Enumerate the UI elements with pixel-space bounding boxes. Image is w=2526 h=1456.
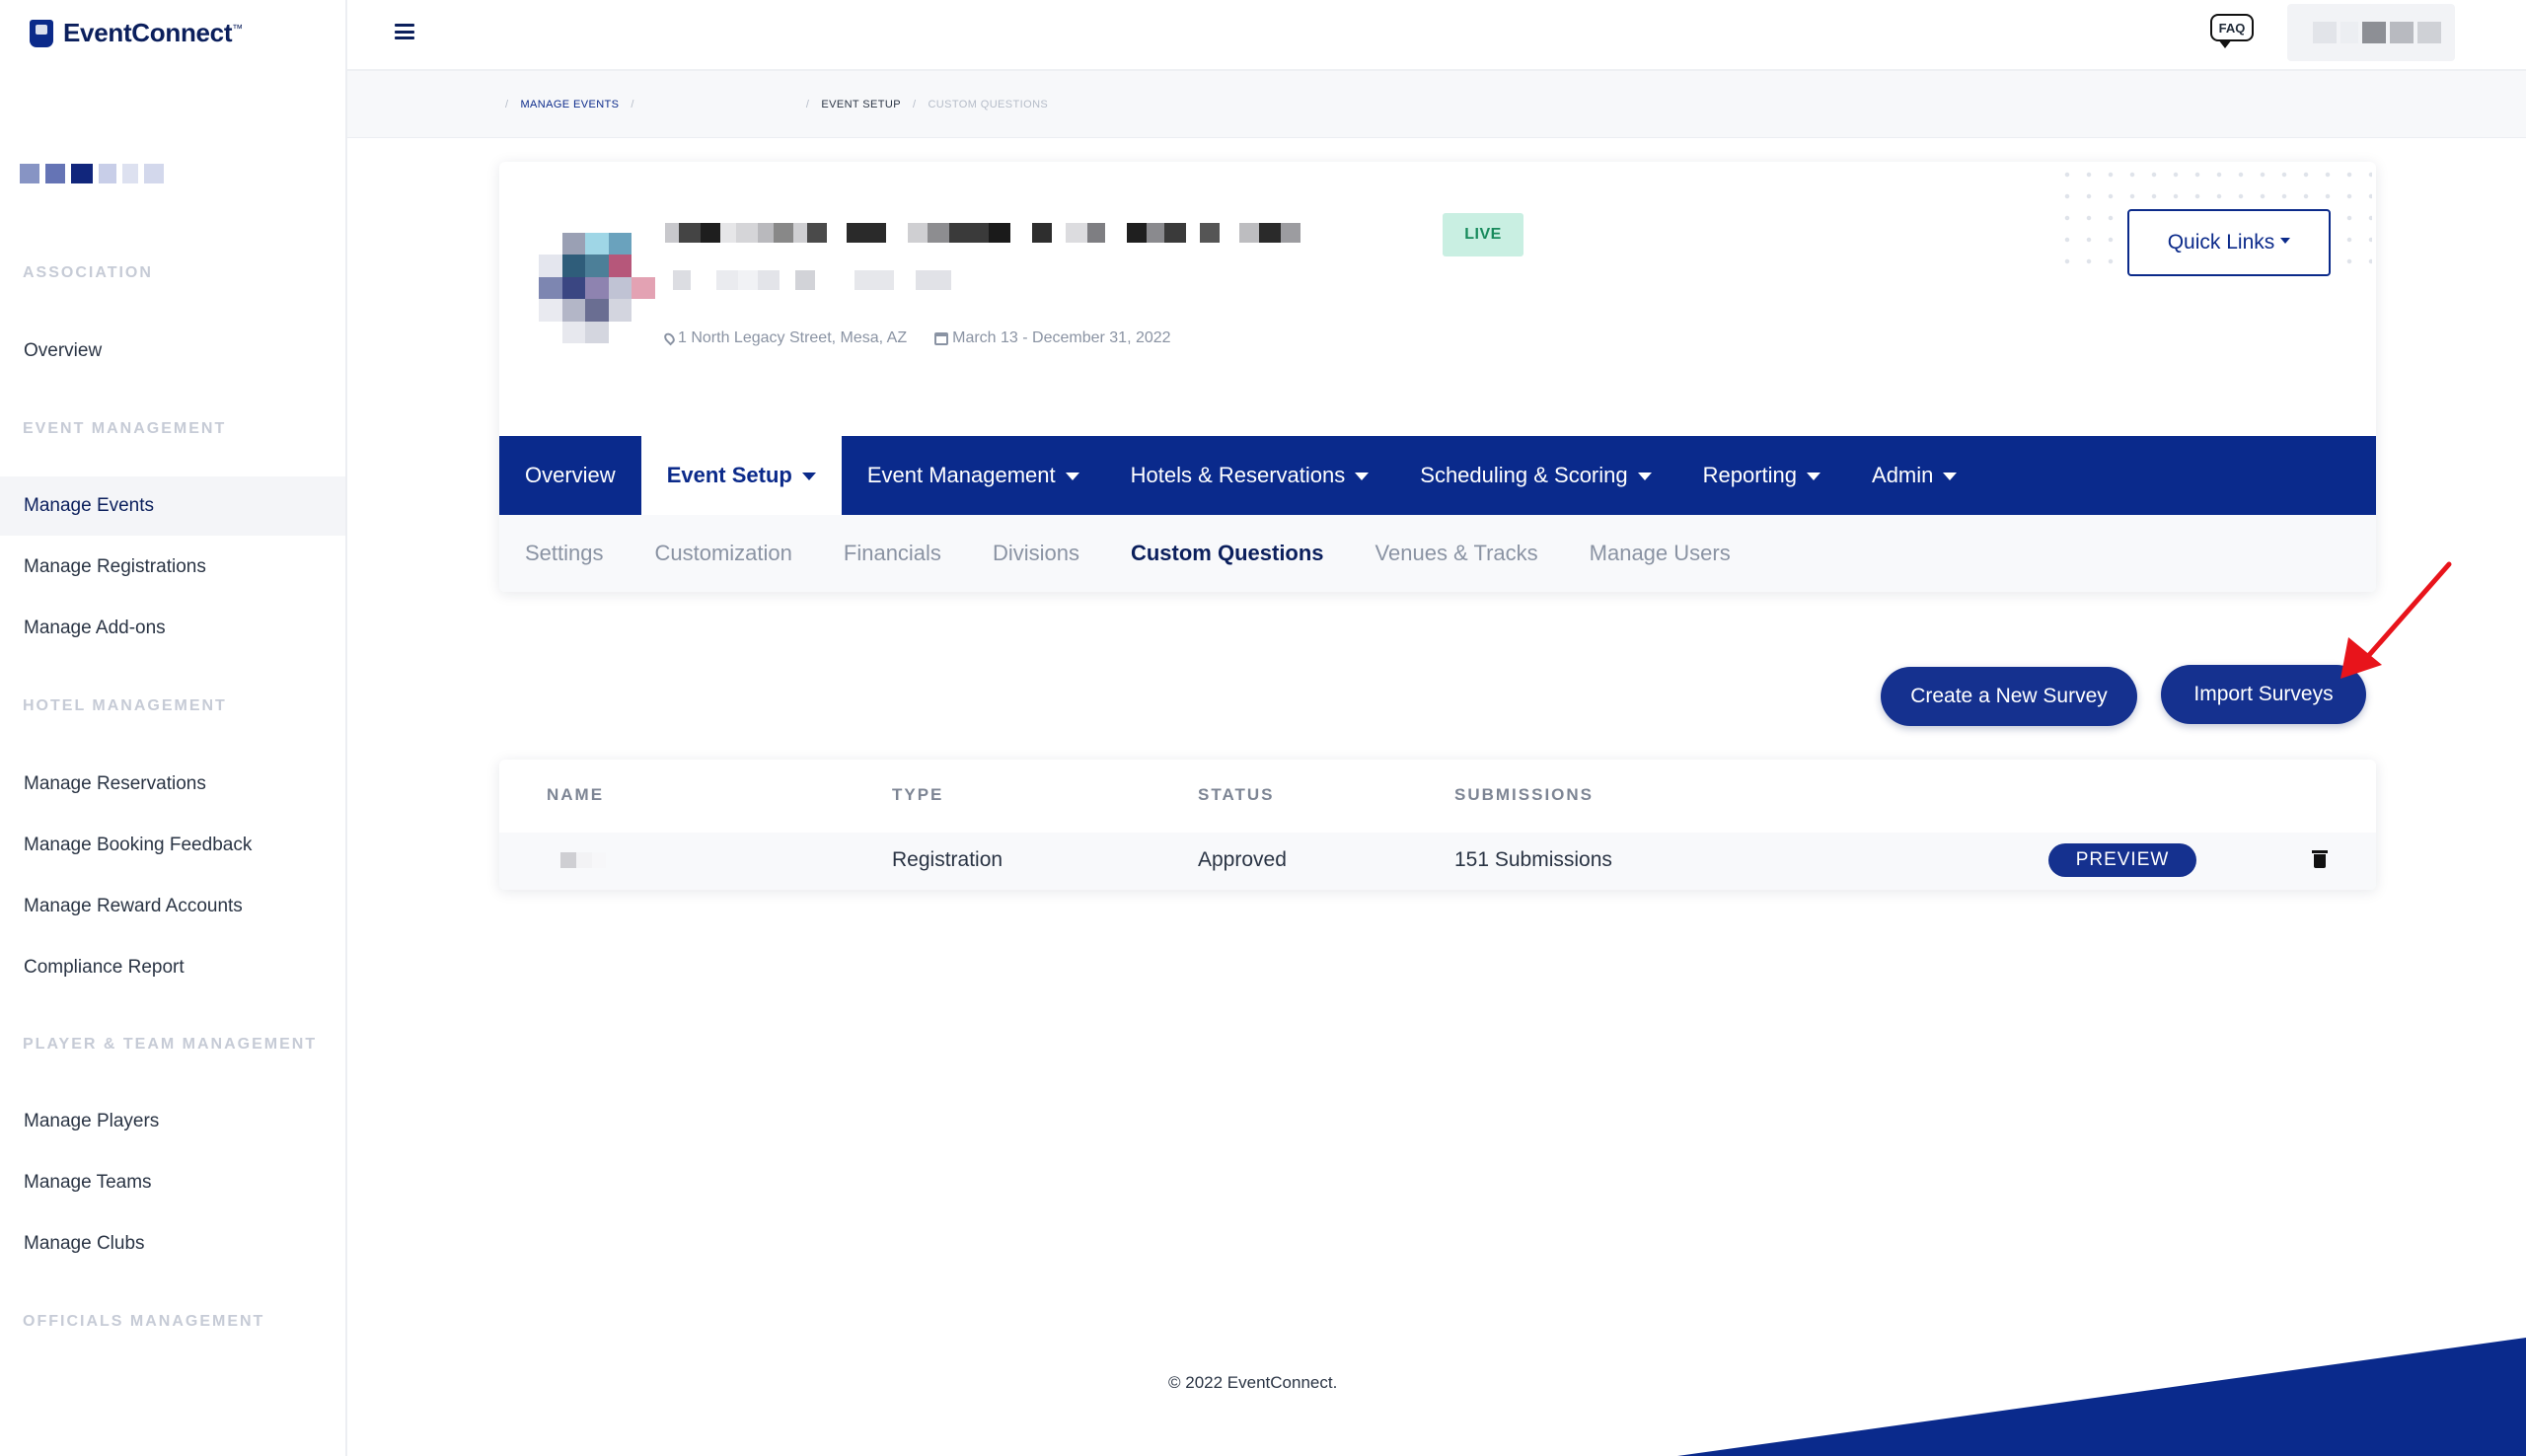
- surveys-table: NAME TYPE STATUS SUBMISSIONS Registratio…: [499, 760, 2376, 890]
- event-dates-text: March 13 - December 31, 2022: [952, 329, 1171, 346]
- faq-bubble-icon: FAQ: [2210, 14, 2254, 41]
- sidebar-item-manage-booking-feedback[interactable]: Manage Booking Feedback: [0, 816, 345, 875]
- caret-down-icon: [1355, 473, 1370, 480]
- subtab-manage-users[interactable]: Manage Users: [1590, 541, 1731, 566]
- sidebar-item-manage-players[interactable]: Manage Players: [0, 1092, 345, 1151]
- event-title-redacted: [665, 223, 1300, 243]
- user-menu-redacted[interactable]: [2287, 4, 2455, 61]
- section-officials-management: OFFICIALS MANAGEMENT: [23, 1313, 265, 1330]
- sidebar-item-manage-events[interactable]: Manage Events: [0, 476, 345, 536]
- trash-icon[interactable]: [2312, 850, 2328, 868]
- faq-label: FAQ: [2218, 20, 2246, 36]
- breadcrumb-event-name-redacted[interactable]: [646, 99, 794, 110]
- tab-event-setup[interactable]: Event Setup: [640, 436, 842, 515]
- sub-nav: Settings Customization Financials Divisi…: [499, 515, 2376, 592]
- survey-type: Registration: [892, 848, 1003, 871]
- subtab-custom-questions[interactable]: Custom Questions: [1131, 541, 1324, 566]
- tab-event-management[interactable]: Event Management: [842, 436, 1105, 515]
- event-location-text: 1 North Legacy Street, Mesa, AZ: [678, 329, 908, 346]
- column-header-name: NAME: [547, 785, 605, 804]
- quick-links-label: Quick Links: [2167, 231, 2275, 254]
- tab-admin[interactable]: Admin: [1846, 436, 1982, 515]
- event-subtitle-redacted: [673, 270, 951, 290]
- sidebar-item-manage-reservations[interactable]: Manage Reservations: [0, 755, 345, 814]
- breadcrumb-bar: / MANAGE EVENTS / / EVENT SETUP / CUSTOM…: [347, 71, 2526, 138]
- event-logo-redacted: [539, 233, 655, 343]
- breadcrumb-separator: /: [805, 99, 810, 110]
- event-dates: March 13 - December 31, 2022: [934, 329, 1171, 347]
- column-header-type: TYPE: [892, 785, 944, 804]
- faq-button[interactable]: FAQ: [2208, 12, 2260, 51]
- footer-copyright: © 2022 EventConnect.: [1168, 1373, 1338, 1392]
- create-survey-button[interactable]: Create a New Survey: [1881, 667, 2137, 726]
- tab-reporting[interactable]: Reporting: [1677, 436, 1846, 515]
- chevron-down-icon: [2280, 238, 2291, 244]
- tab-hotels-reservations[interactable]: Hotels & Reservations: [1105, 436, 1395, 515]
- brand-logo[interactable]: EventConnect™: [30, 18, 243, 48]
- caret-down-icon: [1637, 473, 1652, 480]
- section-player-team-management: PLAYER & TEAM MANAGEMENT: [23, 1036, 318, 1053]
- top-bar: FAQ: [347, 0, 2526, 71]
- section-hotel-management: HOTEL MANAGEMENT: [23, 697, 227, 714]
- tab-label: Scheduling & Scoring: [1420, 463, 1628, 487]
- hamburger-icon[interactable]: [395, 24, 414, 39]
- sidebar-item-overview[interactable]: Overview: [0, 322, 345, 381]
- subtab-customization[interactable]: Customization: [655, 541, 792, 566]
- quick-links-dropdown[interactable]: Quick Links: [2127, 209, 2331, 276]
- event-meta: 1 North Legacy Street, Mesa, AZ March 13…: [662, 329, 1171, 347]
- decorative-corner-shape: [1677, 1338, 2526, 1456]
- tab-label: Admin: [1872, 463, 1934, 487]
- subtab-financials[interactable]: Financials: [844, 541, 941, 566]
- calendar-icon: [934, 331, 949, 345]
- tab-label: Hotels & Reservations: [1130, 463, 1346, 487]
- column-header-status: STATUS: [1198, 785, 1275, 804]
- section-association: ASSOCIATION: [23, 264, 153, 281]
- tab-overview[interactable]: Overview: [499, 436, 641, 515]
- eventconnect-logo-icon: [30, 19, 53, 47]
- event-header-card: LIVE 1 North Legacy Street, Mesa, AZ Mar…: [499, 162, 2376, 592]
- association-name-redacted: [20, 164, 164, 183]
- breadcrumb-event-setup[interactable]: EVENT SETUP: [821, 99, 901, 110]
- caret-down-icon: [1943, 473, 1958, 480]
- breadcrumb-separator: /: [912, 99, 917, 110]
- breadcrumb-separator: /: [631, 99, 634, 110]
- column-header-submissions: SUBMISSIONS: [1454, 785, 1595, 804]
- breadcrumb: / MANAGE EVENTS / / EVENT SETUP / CUSTOM…: [493, 99, 1048, 110]
- main-nav: Overview Event Setup Event Management Ho…: [499, 436, 2376, 515]
- breadcrumb-custom-questions: CUSTOM QUESTIONS: [928, 99, 1049, 110]
- brand-trademark: ™: [232, 23, 243, 36]
- section-event-management: EVENT MANAGEMENT: [23, 420, 227, 437]
- subtab-divisions[interactable]: Divisions: [993, 541, 1079, 566]
- map-pin-icon: [662, 330, 677, 346]
- sidebar-item-manage-teams[interactable]: Manage Teams: [0, 1153, 345, 1212]
- brand-name: EventConnect: [63, 18, 233, 47]
- status-badge: LIVE: [1443, 213, 1523, 256]
- sidebar-item-manage-clubs[interactable]: Manage Clubs: [0, 1214, 345, 1274]
- sidebar-item-manage-registrations[interactable]: Manage Registrations: [0, 538, 345, 597]
- tab-label: Event Setup: [666, 463, 792, 487]
- table-row: Registration Approved 151 Submissions PR…: [499, 833, 2376, 890]
- annotation-arrow: [2340, 561, 2452, 679]
- tab-scheduling-scoring[interactable]: Scheduling & Scoring: [1394, 436, 1676, 515]
- event-location: 1 North Legacy Street, Mesa, AZ: [662, 329, 908, 347]
- breadcrumb-separator: /: [505, 99, 509, 110]
- caret-down-icon: [1065, 473, 1079, 480]
- preview-button[interactable]: PREVIEW: [2048, 843, 2196, 877]
- tab-label: Reporting: [1702, 463, 1798, 487]
- sidebar: EventConnect™ ASSOCIATION Overview EVENT…: [0, 0, 347, 1456]
- sidebar-item-manage-add-ons[interactable]: Manage Add-ons: [0, 599, 345, 658]
- tab-label: Event Management: [866, 463, 1056, 487]
- subtab-venues-tracks[interactable]: Venues & Tracks: [1375, 541, 1538, 566]
- sidebar-item-compliance-report[interactable]: Compliance Report: [0, 938, 345, 997]
- sidebar-item-manage-reward-accounts[interactable]: Manage Reward Accounts: [0, 877, 345, 936]
- subtab-settings[interactable]: Settings: [525, 541, 604, 566]
- breadcrumb-manage-events[interactable]: MANAGE EVENTS: [520, 99, 619, 110]
- survey-status: Approved: [1198, 848, 1287, 871]
- caret-down-icon: [1807, 473, 1821, 480]
- survey-name-redacted: [560, 852, 606, 868]
- tab-label: Overview: [525, 463, 616, 487]
- survey-submissions: 151 Submissions: [1454, 848, 1612, 871]
- caret-down-icon: [801, 473, 816, 480]
